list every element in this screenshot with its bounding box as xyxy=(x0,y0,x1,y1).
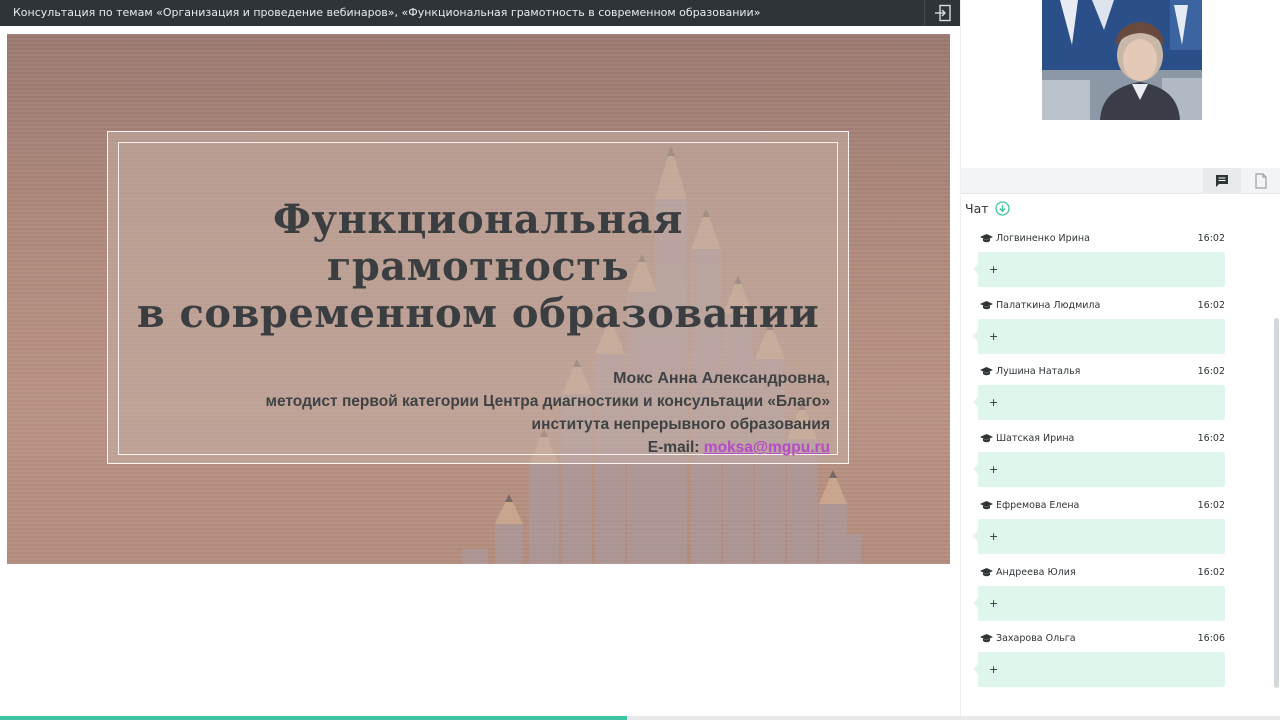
chat-time: 16:02 xyxy=(1197,366,1225,377)
chat-author: Логвиненко Ирина xyxy=(996,233,1090,244)
chat-bubble: + xyxy=(973,252,1225,287)
chat-bubble: + xyxy=(973,519,1225,554)
chat-time: 16:02 xyxy=(1197,567,1225,578)
chat-icon xyxy=(1216,175,1228,187)
panel-tabs xyxy=(961,168,1280,194)
document-icon xyxy=(1255,173,1267,189)
slide-title-line: Функциональная xyxy=(273,196,683,243)
email-label: E-mail: xyxy=(647,439,700,456)
download-arrow-icon[interactable] xyxy=(994,200,1010,216)
graduation-cap-icon xyxy=(980,367,993,376)
chat-message-header: Палаткина Людмила 16:02 xyxy=(980,299,1225,313)
slide-title: Функциональная грамотность в современном… xyxy=(118,196,838,337)
chat-message: Лушина Наталья 16:02 + xyxy=(973,365,1225,425)
side-panel: Чат Логвиненко Ирина 16:02 + Палаткина Л… xyxy=(960,0,1280,716)
tab-chat[interactable] xyxy=(1203,168,1241,194)
tab-documents[interactable] xyxy=(1242,168,1280,194)
graduation-cap-icon xyxy=(980,501,993,510)
presentation-area: Функциональная грамотность в современном… xyxy=(0,26,960,716)
webinar-title: Консультация по темам «Организация и про… xyxy=(13,6,761,19)
author-email-line: E-mail: moksa@mgpu.ru xyxy=(130,436,830,459)
window-title-bar: Консультация по темам «Организация и про… xyxy=(0,0,960,26)
author-name: Мокс Анна Александровна, xyxy=(613,370,830,387)
graduation-cap-icon xyxy=(980,301,993,310)
chat-message-list[interactable]: Логвиненко Ирина 16:02 + Палаткина Людми… xyxy=(961,226,1280,696)
chat-scrollbar[interactable] xyxy=(1274,318,1279,688)
speaker-video-image xyxy=(1042,0,1202,120)
slide-title-line: грамотность xyxy=(326,243,630,290)
graduation-cap-icon xyxy=(980,568,993,577)
graduation-cap-icon xyxy=(980,434,993,443)
chat-message-header: Андреева Юлия 16:02 xyxy=(980,566,1225,580)
chat-author: Андреева Юлия xyxy=(996,567,1076,578)
exit-button[interactable] xyxy=(924,0,960,26)
graduation-cap-icon xyxy=(980,634,993,643)
author-position: методист первой категории Центра диагнос… xyxy=(265,393,830,410)
chat-time: 16:02 xyxy=(1197,300,1225,311)
chat-message: Логвиненко Ирина 16:02 + xyxy=(973,232,1225,292)
author-info: Мокс Анна Александровна, методист первой… xyxy=(130,367,830,459)
chat-time: 16:02 xyxy=(1197,500,1225,511)
chat-author: Лушина Наталья xyxy=(996,366,1081,377)
chat-message-header: Ефремова Елена 16:02 xyxy=(980,499,1225,513)
chat-message-header: Захарова Ольга 16:06 xyxy=(980,632,1225,646)
presentation-slide: Функциональная грамотность в современном… xyxy=(7,34,950,564)
chat-time: 16:06 xyxy=(1197,633,1225,644)
chat-time: 16:02 xyxy=(1197,433,1225,444)
slide-title-line: в современном образовании xyxy=(136,290,820,337)
chat-time: 16:02 xyxy=(1197,233,1225,244)
chat-message: Ефремова Елена 16:02 + xyxy=(973,499,1225,559)
chat-bubble: + xyxy=(973,452,1225,487)
chat-message: Захарова Ольга 16:06 + xyxy=(973,632,1225,692)
chat-message-header: Логвиненко Ирина 16:02 xyxy=(980,232,1225,246)
email-link[interactable]: moksa@mgpu.ru xyxy=(704,439,830,456)
chat-message: Андреева Юлия 16:02 + xyxy=(973,566,1225,626)
chat-author: Ефремова Елена xyxy=(996,500,1080,511)
chat-bubble: + xyxy=(973,385,1225,420)
chat-author: Палаткина Людмила xyxy=(996,300,1101,311)
chat-message: Шатская Ирина 16:02 + xyxy=(973,432,1225,492)
speaker-video xyxy=(1042,0,1202,120)
chat-bubble: + xyxy=(973,586,1225,621)
chat-author: Шатская Ирина xyxy=(996,433,1075,444)
chat-message: Палаткина Людмила 16:02 + xyxy=(973,299,1225,359)
playback-progress-fill xyxy=(0,716,628,720)
graduation-cap-icon xyxy=(980,234,993,243)
author-institute: института непрерывного образования xyxy=(531,416,830,433)
chat-title: Чат xyxy=(965,200,989,216)
playback-progress-bar[interactable] xyxy=(0,716,1280,720)
chat-author: Захарова Ольга xyxy=(996,633,1076,644)
chat-bubble: + xyxy=(973,319,1225,354)
exit-icon xyxy=(934,4,951,22)
chat-message-header: Шатская Ирина 16:02 xyxy=(980,432,1225,446)
chat-bubble: + xyxy=(973,652,1225,687)
chat-header: Чат xyxy=(965,199,1010,217)
chat-message-header: Лушина Наталья 16:02 xyxy=(980,365,1225,379)
